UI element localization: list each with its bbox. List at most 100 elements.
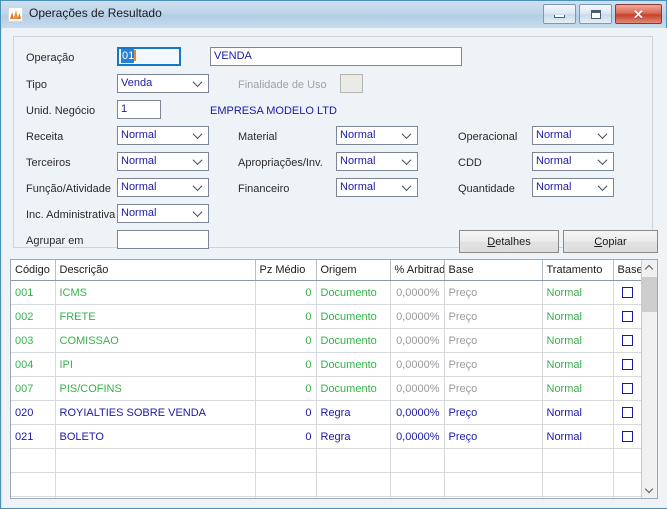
cell-arbitrado: 0,0000% bbox=[390, 352, 445, 377]
cell-arbitrado: 0,0000% bbox=[390, 328, 445, 353]
restore-icon bbox=[590, 9, 601, 19]
operation-form-panel: Operação 01 VENDA Tipo Venda Finalidade … bbox=[13, 36, 653, 249]
cell-pz-medio: 0 bbox=[255, 304, 317, 329]
table-row[interactable]: 001 ICMS 0 Documento 0,0000% Preço Normal bbox=[11, 280, 643, 305]
copiar-button[interactable]: Copiar bbox=[563, 230, 658, 253]
table-row[interactable] bbox=[11, 496, 643, 498]
label-receita: Receita bbox=[26, 131, 64, 143]
cell-origem: Documento bbox=[316, 352, 391, 377]
company-name-label: EMPRESA MODELO LTD bbox=[210, 105, 337, 117]
chevron-down-icon bbox=[599, 158, 608, 164]
table-row[interactable]: 004 IPI 0 Documento 0,0000% Preço Normal bbox=[11, 352, 643, 377]
cell-tratamento: Normal bbox=[542, 424, 614, 449]
cell-descricao: ROYIALTIES SOBRE VENDA bbox=[55, 400, 256, 425]
tipo-select[interactable]: Venda bbox=[117, 74, 209, 93]
inc-administrativa-select[interactable]: Normal bbox=[117, 204, 209, 223]
restore-button[interactable] bbox=[579, 4, 612, 24]
close-icon: ✕ bbox=[633, 6, 644, 22]
checkbox-icon[interactable] bbox=[622, 431, 633, 443]
quantidade-select[interactable]: Normal bbox=[532, 178, 614, 197]
cdd-select-value: Normal bbox=[536, 155, 572, 167]
checkbox-icon[interactable] bbox=[622, 335, 633, 347]
column-header-codigo[interactable]: Código bbox=[11, 260, 56, 281]
cell-descricao: IPI bbox=[55, 352, 256, 377]
cell-arbitrado: 0,0000% bbox=[390, 280, 445, 305]
unid-negocio-input[interactable]: 1 bbox=[117, 100, 161, 119]
table-row[interactable] bbox=[11, 472, 643, 497]
checkbox-icon[interactable] bbox=[622, 383, 633, 395]
cell-base-checkbox[interactable] bbox=[613, 400, 643, 425]
chevron-down-icon bbox=[599, 132, 608, 138]
terceiros-select-value: Normal bbox=[121, 155, 157, 167]
cell-base-checkbox[interactable] bbox=[613, 280, 643, 305]
material-select-value: Normal bbox=[340, 129, 376, 141]
cdd-select[interactable]: Normal bbox=[532, 152, 614, 171]
cell-descricao: PIS/COFINS bbox=[55, 376, 256, 401]
inc-administrativa-select-value: Normal bbox=[121, 207, 157, 219]
receita-select[interactable]: Normal bbox=[117, 126, 209, 145]
cell-base-checkbox[interactable] bbox=[613, 328, 643, 353]
detalhes-button[interactable]: Detalhes bbox=[459, 230, 559, 253]
operacao-description-input[interactable]: VENDA bbox=[210, 47, 462, 66]
minimize-icon bbox=[554, 15, 565, 18]
label-apropriacoes-inv: Apropriações/Inv. bbox=[238, 157, 323, 169]
cell-base-checkbox[interactable] bbox=[613, 376, 643, 401]
label-cdd: CDD bbox=[458, 157, 482, 169]
cell-codigo: 002 bbox=[11, 304, 56, 329]
column-header-base[interactable]: Base bbox=[444, 260, 543, 281]
cell-origem: Documento bbox=[316, 328, 391, 353]
column-header-origem[interactable]: Origem bbox=[316, 260, 391, 281]
funcao-atividade-select[interactable]: Normal bbox=[117, 178, 209, 197]
apropriacoes-inv-select-value: Normal bbox=[340, 155, 376, 167]
column-header-tratamento[interactable]: Tratamento bbox=[542, 260, 614, 281]
cell-base: Preço bbox=[444, 328, 543, 353]
close-button[interactable]: ✕ bbox=[615, 4, 662, 24]
cell-tratamento: Normal bbox=[542, 280, 614, 305]
cell-base: Preço bbox=[444, 304, 543, 329]
apropriacoes-inv-select[interactable]: Normal bbox=[336, 152, 418, 171]
label-agrupar-em: Agrupar em bbox=[26, 235, 84, 247]
application-window: Operações de Resultado ✕ Operação 01 VEN… bbox=[0, 0, 667, 509]
cell-pz-medio: 0 bbox=[255, 280, 317, 305]
checkbox-icon[interactable] bbox=[622, 287, 633, 299]
table-row[interactable]: 002 FRETE 0 Documento 0,0000% Preço Normal bbox=[11, 304, 643, 329]
chevron-down-icon bbox=[403, 158, 412, 164]
agrupar-em-input[interactable] bbox=[117, 230, 209, 249]
column-header-descricao[interactable]: Descrição bbox=[55, 260, 256, 281]
material-select[interactable]: Normal bbox=[336, 126, 418, 145]
table-row[interactable]: 021 BOLETO 0 Regra 0,0000% Preço Normal bbox=[11, 424, 643, 449]
label-material: Material bbox=[238, 131, 278, 143]
column-header-arbitrado[interactable]: % Arbitrado bbox=[390, 260, 445, 281]
grid-vertical-scrollbar[interactable] bbox=[641, 260, 657, 498]
checkbox-icon[interactable] bbox=[622, 359, 633, 371]
cell-base-checkbox bbox=[613, 496, 643, 498]
title-bar[interactable]: Operações de Resultado ✕ bbox=[1, 1, 666, 29]
operacao-input[interactable]: 01 bbox=[117, 47, 181, 66]
operacional-select[interactable]: Normal bbox=[532, 126, 614, 145]
label-operacao: Operação bbox=[26, 52, 75, 64]
scrollbar-thumb[interactable] bbox=[642, 277, 657, 312]
table-row[interactable] bbox=[11, 448, 643, 473]
table-row[interactable]: 020 ROYIALTIES SOBRE VENDA 0 Regra 0,0000% Pr… bbox=[11, 400, 643, 425]
checkbox-icon[interactable] bbox=[622, 311, 633, 323]
cell-pz-medio bbox=[255, 496, 317, 498]
cell-base-checkbox[interactable] bbox=[613, 352, 643, 377]
cell-base-checkbox[interactable] bbox=[613, 424, 643, 449]
cell-descricao: COMISSAO bbox=[55, 328, 256, 353]
checkbox-icon[interactable] bbox=[622, 407, 633, 419]
financeiro-select[interactable]: Normal bbox=[336, 178, 418, 197]
operations-grid[interactable]: Código Descrição Pz Médio Origem % Arbit… bbox=[10, 259, 658, 499]
scroll-down-button[interactable] bbox=[642, 482, 657, 498]
cell-tratamento: Normal bbox=[542, 304, 614, 329]
chevron-down-icon bbox=[194, 184, 203, 190]
column-header-base-extra[interactable]: Base... bbox=[613, 260, 643, 281]
scroll-up-button[interactable] bbox=[642, 260, 657, 276]
cell-base-checkbox[interactable] bbox=[613, 304, 643, 329]
chevron-down-icon bbox=[194, 158, 203, 164]
table-row[interactable]: 007 PIS/COFINS 0 Documento 0,0000% Preço Norma… bbox=[11, 376, 643, 401]
table-row[interactable]: 003 COMISSAO 0 Documento 0,0000% Preço Normal bbox=[11, 328, 643, 353]
cell-origem: Documento bbox=[316, 376, 391, 401]
minimize-button[interactable] bbox=[543, 4, 576, 24]
terceiros-select[interactable]: Normal bbox=[117, 152, 209, 171]
column-header-pz-medio[interactable]: Pz Médio bbox=[255, 260, 317, 281]
